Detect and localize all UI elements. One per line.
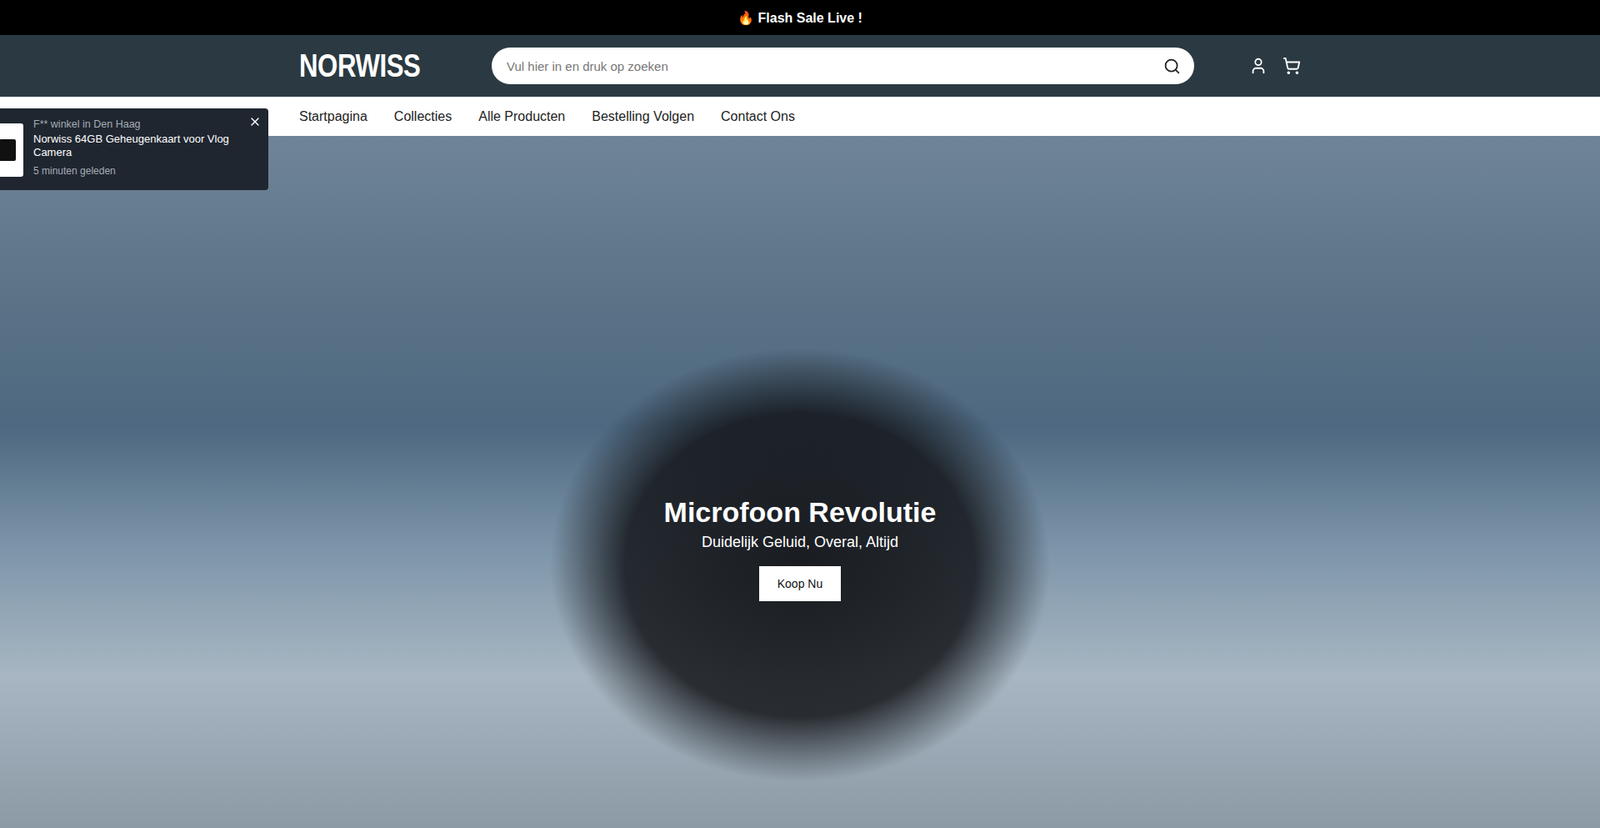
- hero-banner: Microfoon Revolutie Duidelijk Geluid, Ove…: [0, 135, 1600, 828]
- header-icons: [1249, 56, 1301, 75]
- notification-location: F** winkel in Den Haag: [33, 118, 245, 130]
- announcement-bar: 🔥 Flash Sale Live !: [0, 0, 1600, 35]
- nav-item[interactable]: Bestelling Volgen: [591, 109, 695, 125]
- close-icon: [248, 115, 262, 129]
- hero-title: Microfoon Revolutie: [664, 495, 937, 529]
- close-button[interactable]: [246, 113, 264, 130]
- store-page: 🔥 Flash Sale Live ! NORWISS Startpagina Col…: [0, 0, 1600, 828]
- notification-product[interactable]: Norwiss 64GB Geheugenkaart voor Vlog Cam…: [33, 132, 245, 160]
- notification-time: 5 minuten geleden: [33, 165, 245, 177]
- product-thumbnail: [0, 123, 24, 177]
- search-icon: [1163, 57, 1181, 75]
- notification-text: F** winkel in Den Haag Norwiss 64GB Geheu…: [33, 118, 245, 177]
- site-header: NORWISS: [0, 35, 1600, 97]
- search-input[interactable]: [505, 58, 1164, 75]
- buy-now-button[interactable]: Koop Nu: [759, 565, 841, 601]
- logo[interactable]: NORWISS: [299, 48, 457, 85]
- search-button[interactable]: [1163, 57, 1181, 75]
- search-box: [491, 47, 1195, 85]
- nav-item[interactable]: Collecties: [394, 109, 452, 125]
- cart-button[interactable]: [1282, 56, 1301, 75]
- cart-icon: [1282, 56, 1301, 75]
- purchase-notification: F** winkel in Den Haag Norwiss 64GB Geheu…: [0, 108, 269, 190]
- nav-item[interactable]: Startpagina: [299, 109, 368, 125]
- hero-subtitle: Duidelijk Geluid, Overal, Altijd: [701, 533, 899, 551]
- user-icon: [1249, 56, 1268, 75]
- memory-card-image: [0, 139, 16, 161]
- account-button[interactable]: [1249, 56, 1268, 75]
- nav-item[interactable]: Contact Ons: [720, 109, 795, 125]
- nav-item[interactable]: Alle Producten: [478, 109, 565, 125]
